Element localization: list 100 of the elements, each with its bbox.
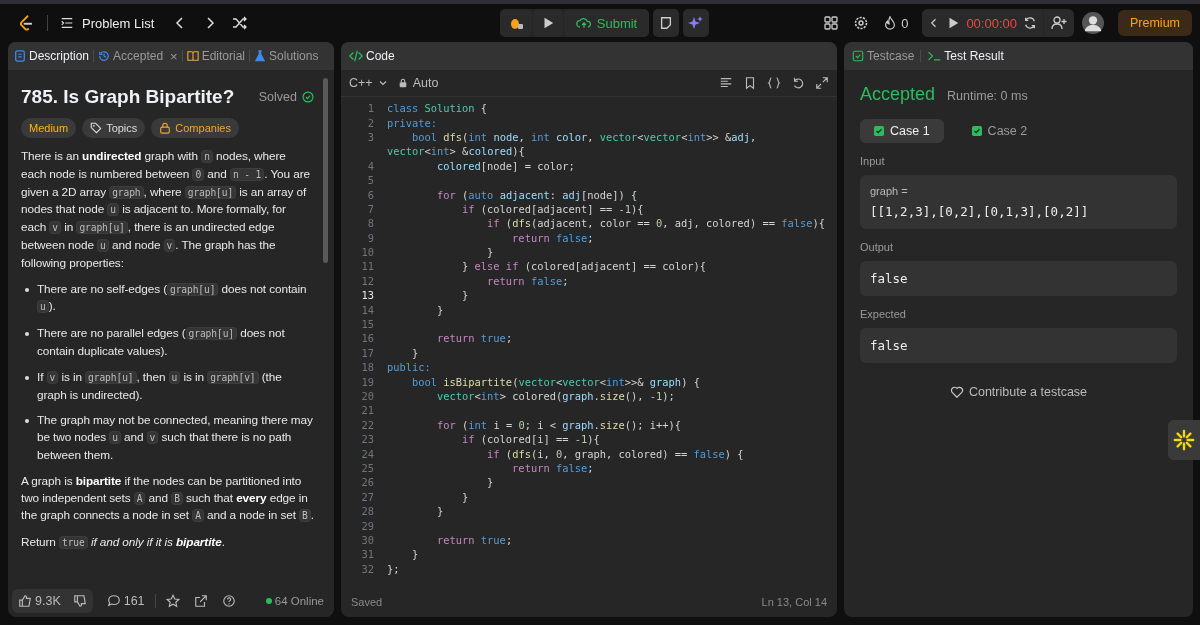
line-number: 28: [360, 505, 374, 518]
book-icon: [186, 50, 199, 62]
checkbox-icon: [874, 126, 884, 136]
line-number: 27: [360, 490, 374, 503]
value-text: false: [870, 338, 909, 353]
help-icon[interactable]: [221, 594, 236, 608]
add-user-icon: [1051, 15, 1067, 31]
line-number: 23: [360, 433, 374, 446]
panel-tab[interactable]: Code: [349, 49, 395, 63]
list-icon: [60, 16, 74, 30]
settings-icon[interactable]: [853, 15, 870, 31]
document-icon: [14, 50, 26, 62]
add-user-button[interactable]: [1044, 9, 1074, 37]
code-line: } else if (colored[adjacent] == color){: [461, 260, 707, 273]
line-number: 2: [366, 116, 374, 129]
bookmark-icon[interactable]: [743, 76, 757, 90]
panel-tab[interactable]: Solutions: [254, 49, 319, 63]
line-number: 25: [360, 461, 374, 474]
tag-chip[interactable]: Medium: [21, 118, 77, 138]
value-text: [[1,2,3],[0,2],[0,1,3],[0,2]]: [870, 204, 1090, 219]
note-button[interactable]: [653, 9, 680, 37]
braces-icon[interactable]: [767, 76, 781, 90]
streak-counter[interactable]: 0: [883, 15, 909, 31]
runtime-text: Runtime: 0 ms: [947, 89, 1028, 103]
panel-tab[interactable]: Description: [14, 49, 90, 63]
mode-label[interactable]: Auto: [397, 76, 439, 90]
checkbox-icon: [852, 50, 864, 62]
check-circle-icon: [302, 91, 314, 103]
list-item: There are no parallel edges ( graph[u] does not contain duplicate values).: [37, 325, 286, 360]
shuffle-icon[interactable]: [232, 15, 249, 31]
submit-button[interactable]: Submit: [563, 9, 650, 37]
sparkle-button[interactable]: [683, 9, 710, 37]
heart-icon: [949, 385, 964, 399]
save-status: Saved: [351, 596, 383, 608]
case-tab[interactable]: Case 2: [957, 119, 1042, 143]
parameter-name: graph =: [870, 185, 909, 197]
run-button[interactable]: [532, 9, 563, 37]
debug-button[interactable]: [499, 9, 532, 37]
case-tab[interactable]: Case 1: [860, 119, 944, 143]
lock-icon: [159, 122, 172, 134]
code-line: vector<int> colored(graph.size(), -1);: [436, 390, 675, 402]
share-icon[interactable]: [193, 594, 208, 608]
reset-icon[interactable]: [1023, 16, 1037, 30]
undo-icon[interactable]: [791, 76, 805, 90]
code-line: bool dfs(int node, int color, vector<vector<int>> &adj,: [411, 130, 757, 143]
layout-icon[interactable]: [823, 15, 840, 31]
terminal-icon: [927, 49, 942, 63]
expand-icon[interactable]: [815, 76, 829, 90]
code-line: if (dfs(adjacent, color == 0, adj, colored) == false){: [486, 217, 825, 230]
online-dot: [265, 598, 272, 604]
code-line: }: [486, 246, 494, 259]
line-number: 19: [360, 375, 374, 388]
timer-text: 00:00:00: [966, 15, 1017, 31]
tag-chip[interactable]: Topics: [82, 118, 146, 138]
bullet-icon: [25, 375, 29, 380]
problem-title: 785. Is Graph Bipartite?: [21, 86, 236, 108]
tag-chip[interactable]: Companies: [151, 118, 239, 138]
section-label: Expected: [860, 308, 907, 320]
thumbs-down-icon: [72, 594, 87, 608]
value-text: false: [870, 271, 909, 286]
asterisk-icon: [1173, 429, 1195, 451]
language-dropdown[interactable]: C++: [349, 76, 388, 90]
description-paragraph: There is an undirected graph with n nodes, where each node is numbered between 0 and n - 1 . You are given a 2D array graph , where graph[u] is an array of nodes that node u is adjacent to. More formally, for each v in graph[u] , there is an undirected edge between node u and node v . The graph has the following properties:: [21, 148, 311, 272]
bullet-icon: [25, 287, 29, 292]
panel-tab[interactable]: Test Result: [927, 49, 1004, 63]
format-icon[interactable]: [719, 76, 733, 90]
line-number: 29: [360, 519, 374, 532]
contribute-link[interactable]: Contribute a testcase: [949, 385, 1088, 399]
bullet-icon: [25, 332, 29, 337]
line-number: 22: [360, 418, 374, 431]
panel-tab[interactable]: Editorial: [186, 49, 246, 63]
code-line: vector<int> &colored){: [387, 145, 525, 158]
panel-tab[interactable]: Accepted ×: [98, 48, 178, 64]
comments-button[interactable]: 161: [106, 594, 145, 608]
code-line: }: [436, 303, 444, 316]
line-number: 20: [360, 390, 374, 402]
code-line: }: [461, 490, 469, 503]
code-line: }: [486, 476, 494, 489]
code-line: }: [461, 289, 469, 302]
avatar-icon[interactable]: [1082, 12, 1104, 34]
bullet-icon: [25, 419, 29, 424]
line-number: 4: [366, 159, 374, 172]
star-icon[interactable]: [165, 594, 180, 608]
code-line: return true;: [436, 332, 513, 345]
logo-icon[interactable]: [17, 14, 35, 32]
code-line: return false;: [511, 461, 594, 474]
cloud-upload-icon: [575, 15, 592, 31]
description-paragraph: Return true if and only if it is bipartite.: [21, 534, 226, 552]
line-number: 6: [366, 188, 374, 201]
premium-button[interactable]: Premium: [1118, 10, 1192, 36]
list-item: The graph may not be connected, meaning there may be two nodes u and v such that there is no path between them.: [37, 412, 314, 464]
panel-tab[interactable]: Testcase: [852, 49, 915, 63]
line-number: 11: [360, 260, 374, 273]
problem-list-button[interactable]: Problem List: [60, 15, 155, 31]
section-label: Output: [860, 241, 895, 253]
line-number: 32: [360, 562, 374, 575]
code-line: }: [436, 505, 444, 518]
code-line: };: [387, 562, 400, 575]
asterisk-button[interactable]: [1168, 420, 1200, 460]
code-line: if (dfs(i, 0, graph, colored) == false) {: [486, 447, 744, 460]
